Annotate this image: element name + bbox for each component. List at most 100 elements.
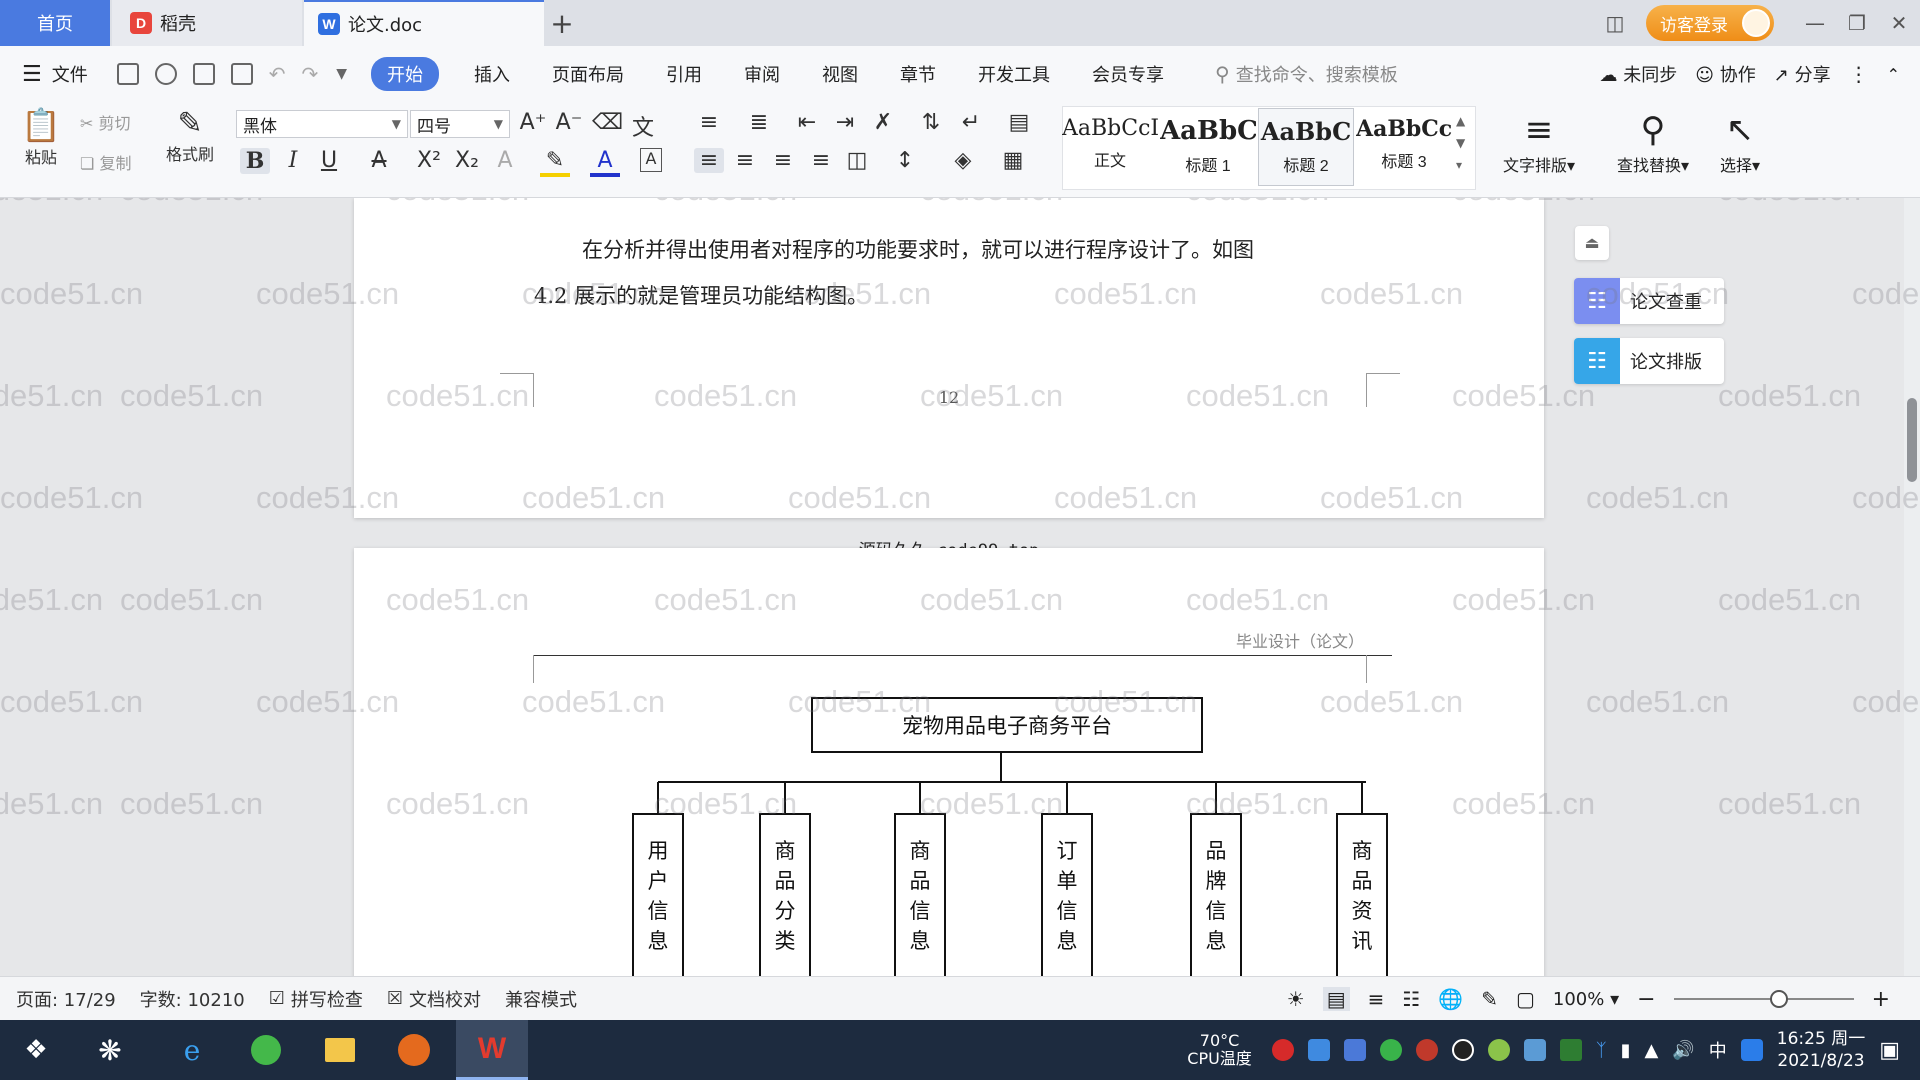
- close-icon[interactable]: ✕: [1878, 11, 1920, 35]
- decrease-indent-icon[interactable]: ⇤: [792, 110, 822, 135]
- shield-icon[interactable]: [1343, 1039, 1366, 1061]
- fit-page-icon[interactable]: ▢: [1516, 987, 1535, 1011]
- cloud-icon[interactable]: [154, 63, 177, 85]
- menu-chapter[interactable]: 章节: [900, 61, 936, 87]
- numbered-list-icon[interactable]: ≣: [744, 110, 774, 135]
- collapse-panel-icon[interactable]: ⏏: [1575, 226, 1609, 260]
- cpu-temp-widget[interactable]: 70°C CPU温度: [1187, 1032, 1252, 1068]
- tray-app-icon[interactable]: [1415, 1039, 1438, 1061]
- increase-indent-icon[interactable]: ⇥: [830, 110, 860, 135]
- show-marks-icon[interactable]: ↵: [956, 110, 986, 135]
- shading-icon[interactable]: ◈: [948, 148, 978, 173]
- print-preview-icon[interactable]: [230, 63, 253, 85]
- italic-button[interactable]: I: [278, 148, 308, 173]
- underline-button[interactable]: U: [314, 148, 344, 173]
- tray-app-icon[interactable]: [1523, 1039, 1546, 1061]
- menu-view[interactable]: 视图: [822, 61, 858, 87]
- style-normal[interactable]: AaBbCcI 正文: [1062, 108, 1158, 186]
- char-border-icon[interactable]: A: [640, 148, 662, 172]
- doc-proof-button[interactable]: ☒ 文档校对: [387, 986, 481, 1012]
- align-center-button[interactable]: ≡: [730, 148, 760, 173]
- tab-home[interactable]: 首页: [0, 0, 110, 46]
- share-button[interactable]: ↗ 分享: [1774, 61, 1831, 87]
- taskbar-ie[interactable]: e: [156, 1020, 228, 1080]
- find-replace-button[interactable]: ⚲ 查找替换▾: [1608, 108, 1698, 176]
- collapse-ribbon-icon[interactable]: ⌃: [1887, 65, 1900, 84]
- redo-icon[interactable]: ↷: [302, 62, 319, 86]
- bullet-list-icon[interactable]: ≡: [694, 110, 724, 135]
- menu-file[interactable]: 文件: [52, 61, 88, 87]
- shrink-font-icon[interactable]: A⁻: [554, 110, 584, 135]
- qq-icon[interactable]: [1451, 1039, 1474, 1061]
- font-name-select[interactable]: 黑体 ▼: [236, 110, 408, 138]
- justify-button[interactable]: ≡: [806, 148, 836, 173]
- zoom-select[interactable]: 100% ▾: [1553, 989, 1619, 1010]
- chinese-layout-icon[interactable]: ✗: [868, 110, 898, 135]
- scrollbar-thumb[interactable]: [1907, 398, 1917, 482]
- tab-document[interactable]: W 论文.doc: [304, 0, 544, 46]
- format-painter-button[interactable]: ✎ 格式刷: [160, 106, 220, 165]
- eye-protection-icon[interactable]: ☀: [1287, 987, 1305, 1011]
- zoom-slider[interactable]: [1673, 990, 1854, 1008]
- zoom-out-icon[interactable]: −: [1637, 987, 1655, 1012]
- text-effect-icon[interactable]: A: [490, 148, 520, 173]
- paper-layout-button[interactable]: ☷ 论文排版: [1574, 338, 1724, 384]
- word-count[interactable]: 字数: 10210: [140, 986, 245, 1012]
- menu-page-layout[interactable]: 页面布局: [552, 61, 624, 87]
- taskbar-app-5[interactable]: [378, 1020, 450, 1080]
- style-gallery-scroll[interactable]: ▲ ▼ ▾: [1456, 110, 1465, 176]
- layout-toggle-icon[interactable]: ◫: [1594, 11, 1636, 35]
- command-search[interactable]: ⚲ 查找命令、搜索模板: [1215, 61, 1398, 87]
- tray-app-icon[interactable]: [1740, 1039, 1763, 1061]
- font-size-select[interactable]: 四号 ▼: [410, 110, 510, 138]
- save-icon[interactable]: [116, 63, 139, 85]
- spell-check-button[interactable]: ☑ 拼写检查: [269, 986, 363, 1012]
- borders-icon[interactable]: ▦: [998, 148, 1028, 173]
- strikethrough-button[interactable]: A: [364, 148, 394, 173]
- taskbar-wps[interactable]: W: [456, 1020, 528, 1080]
- page-view-icon[interactable]: ▤: [1322, 987, 1350, 1011]
- start-button[interactable]: ❖: [0, 1020, 72, 1080]
- align-right-button[interactable]: ≡: [768, 148, 798, 173]
- phonetic-icon[interactable]: 文: [628, 110, 658, 142]
- zoom-in-icon[interactable]: +: [1872, 987, 1890, 1012]
- menu-insert[interactable]: 插入: [474, 61, 510, 87]
- page-13[interactable]: 毕业设计（论文） 宠物用品电子商务平台 用户信息 商品分类 商品信息 订单信息 品牌信息…: [354, 548, 1544, 976]
- clock[interactable]: 16:25 周一 2021/8/23: [1777, 1028, 1865, 1072]
- distribute-button[interactable]: ◫: [842, 148, 872, 173]
- style-heading-1[interactable]: AaBbC 标题 1: [1160, 108, 1256, 186]
- battery-icon[interactable]: ▮: [1621, 1040, 1631, 1061]
- highlight-icon[interactable]: ✎: [540, 148, 570, 177]
- taskbar-explorer[interactable]: [304, 1020, 376, 1080]
- taskbar-browser[interactable]: [230, 1020, 302, 1080]
- subscript-button[interactable]: X₂: [452, 148, 482, 173]
- style-heading-2[interactable]: AaBbC 标题 2: [1258, 108, 1354, 186]
- tray-app-icon[interactable]: [1307, 1039, 1330, 1061]
- tray-app-icon[interactable]: [1271, 1039, 1294, 1061]
- reading-view-icon[interactable]: ☷: [1402, 987, 1420, 1011]
- align-left-button[interactable]: ≡: [694, 148, 724, 173]
- menu-references[interactable]: 引用: [666, 61, 702, 87]
- print-icon[interactable]: [192, 63, 215, 85]
- nvidia-icon[interactable]: [1559, 1039, 1582, 1061]
- taskbar-app-1[interactable]: ❋: [74, 1020, 146, 1080]
- hamburger-menu-icon[interactable]: ☰: [22, 62, 42, 87]
- sort-icon[interactable]: ⇅: [916, 110, 946, 135]
- web-view-icon[interactable]: 🌐: [1438, 987, 1463, 1011]
- bluetooth-icon[interactable]: ᛉ: [1596, 1040, 1607, 1061]
- write-view-icon[interactable]: ✎: [1481, 987, 1498, 1011]
- menu-home[interactable]: 开始: [371, 57, 440, 91]
- zoom-slider-knob[interactable]: [1769, 990, 1788, 1008]
- paste-button[interactable]: 📋 粘贴: [16, 106, 66, 168]
- ruler-icon[interactable]: ▤: [1004, 110, 1034, 135]
- minimize-icon[interactable]: —: [1794, 11, 1836, 35]
- tab-daoke[interactable]: D 稻壳: [112, 0, 302, 46]
- bold-button[interactable]: B: [240, 148, 270, 174]
- menu-review[interactable]: 审阅: [744, 61, 780, 87]
- chevron-down-icon[interactable]: ▼: [336, 66, 347, 82]
- clear-format-icon[interactable]: ⌫: [592, 110, 623, 135]
- outline-view-icon[interactable]: ≡: [1368, 987, 1385, 1011]
- page-indicator[interactable]: 页面: 17/29: [16, 986, 116, 1012]
- more-icon[interactable]: ⋮: [1849, 62, 1869, 86]
- collab-button[interactable]: ☺ 协作: [1695, 61, 1756, 87]
